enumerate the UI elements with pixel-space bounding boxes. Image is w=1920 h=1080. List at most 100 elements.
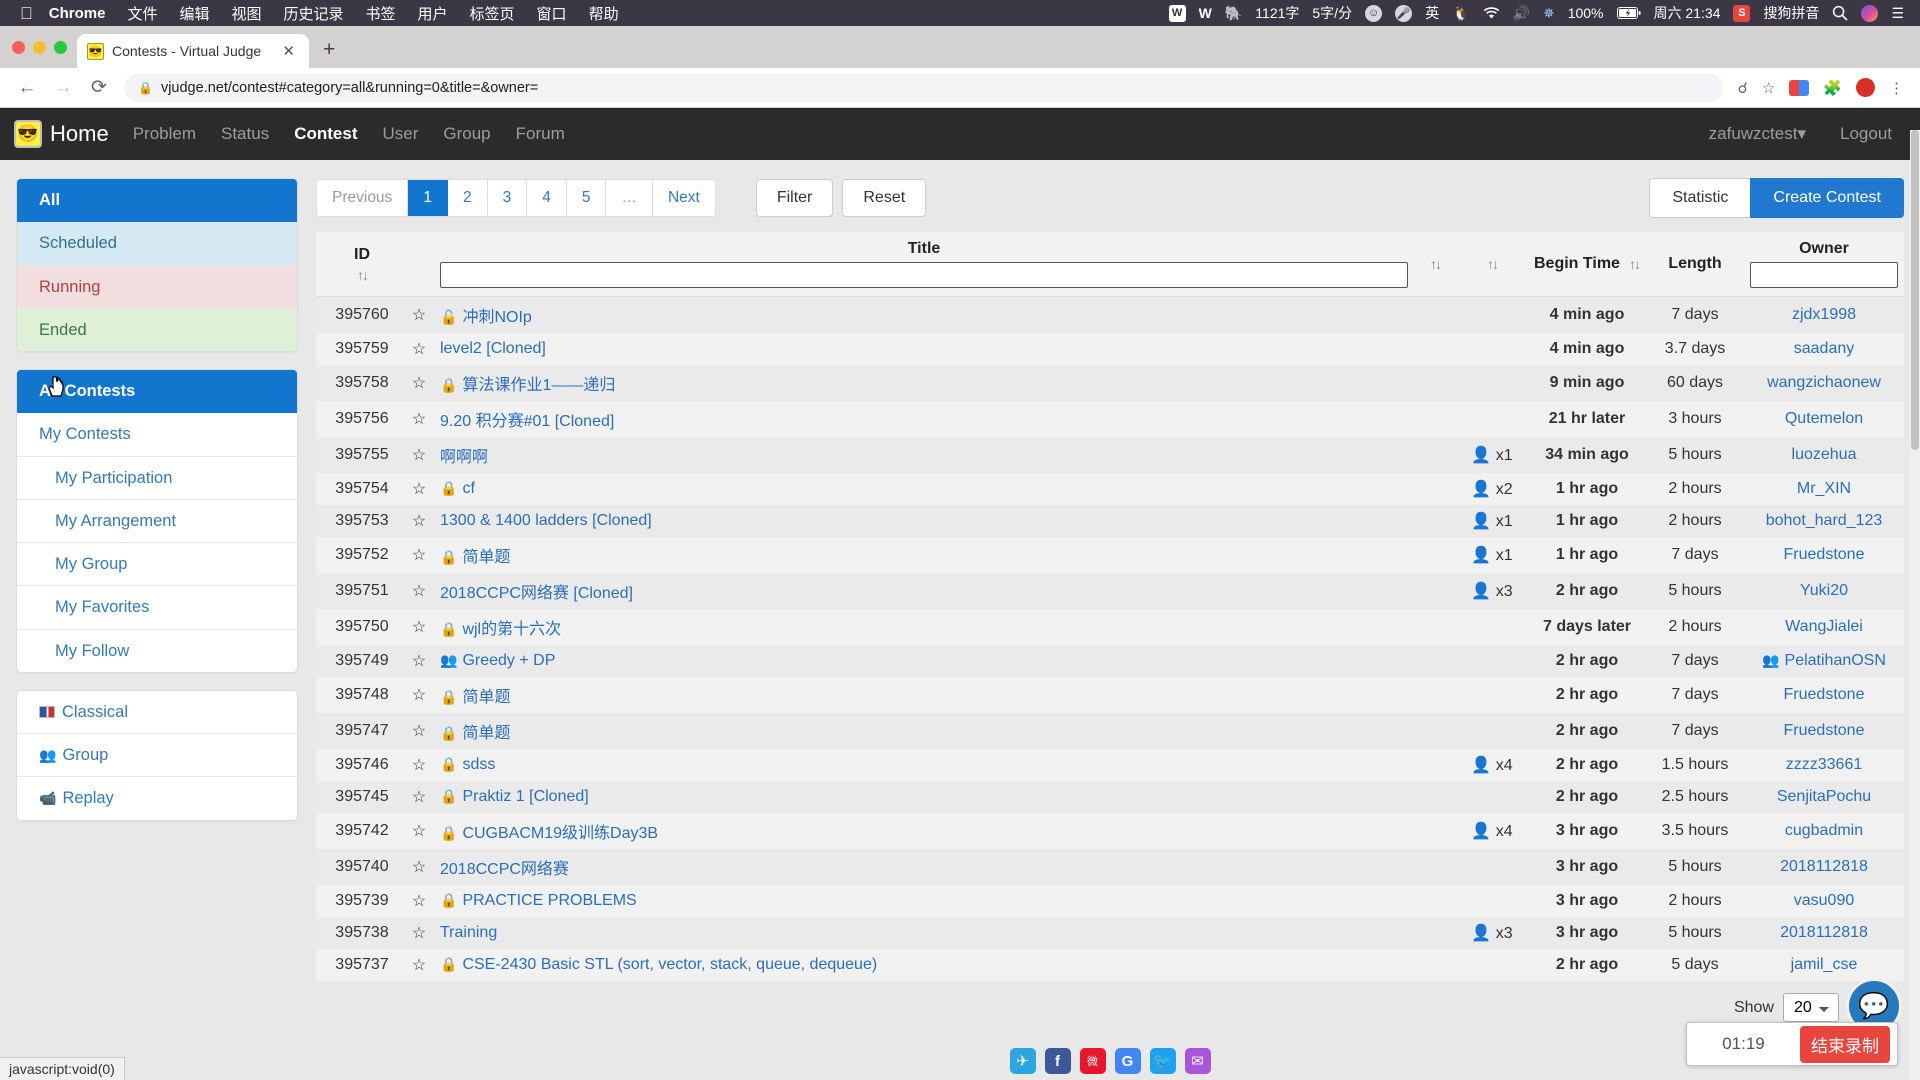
owner-link[interactable]: Fruedstone	[1784, 686, 1865, 703]
back-button[interactable]: ←	[16, 77, 38, 99]
contest-title-link[interactable]: PRACTICE PROBLEMS	[462, 892, 636, 909]
minimize-window-button[interactable]	[33, 40, 46, 54]
reload-button[interactable]: ⟳	[88, 76, 110, 99]
evernote-icon[interactable]: 🐘	[1225, 5, 1242, 22]
stop-recording-button[interactable]: 结束录制	[1800, 1025, 1890, 1063]
bluetooth-icon[interactable]: ✵	[1543, 5, 1555, 22]
reset-button[interactable]: Reset	[842, 179, 927, 217]
table-row[interactable]: 395747 ☆ 🔒 简单题 2 hr ago 7 days Fruedstone	[316, 713, 1904, 749]
menu-item-chrome[interactable]: Chrome	[49, 5, 106, 22]
sidebar-item-my-participation[interactable]: My Participation	[17, 457, 297, 500]
sidebar-item-group[interactable]: 👥 Group	[17, 734, 297, 778]
filter-button[interactable]: Filter	[755, 179, 834, 217]
owner-link[interactable]: PelatihanOSN	[1785, 652, 1886, 669]
table-row[interactable]: 395753 ☆ 1300 & 1400 ladders [Cloned] 👤 x1 1…	[316, 505, 1904, 537]
nav-item-problem[interactable]: Problem	[133, 124, 196, 144]
table-row[interactable]: 395749 ☆ 👥 Greedy + DP 2 hr ago 7 days 👥 Pelati…	[316, 645, 1904, 677]
sidebar-item-my-contests[interactable]: My Contests	[17, 413, 297, 457]
contest-title-link[interactable]: 简单题	[462, 725, 510, 742]
contest-title-link[interactable]: wjl的第十六次	[462, 621, 561, 638]
sort-icon[interactable]: ↑↓	[1430, 256, 1442, 272]
date-time-status[interactable]: 周六 21:34	[1654, 3, 1721, 23]
favorite-star-icon[interactable]: ☆	[404, 749, 434, 781]
page-3[interactable]: 3	[487, 179, 528, 217]
table-row[interactable]: 395750 ☆ 🔒 wjl的第十六次 7 days later 2 hours WangJ…	[316, 609, 1904, 645]
page-previous[interactable]: Previous	[317, 179, 409, 217]
owner-link[interactable]: Mr_XIN	[1797, 480, 1851, 497]
chrome-menu-icon[interactable]: ⋮	[1889, 79, 1904, 97]
favorite-star-icon[interactable]: ☆	[404, 609, 434, 645]
menu-item-help[interactable]: 帮助	[589, 3, 619, 24]
owner-link[interactable]: Fruedstone	[1784, 546, 1865, 563]
table-row[interactable]: 395751 ☆ 2018CCPC网络赛 [Cloned] 👤 x3 2 hr ago 5…	[316, 573, 1904, 609]
favorite-star-icon[interactable]: ☆	[404, 813, 434, 849]
nav-item-group[interactable]: Group	[443, 124, 490, 144]
scrollbar-thumb[interactable]	[1911, 130, 1919, 450]
menu-item-history[interactable]: 历史记录	[283, 3, 343, 24]
menu-item-view[interactable]: 视图	[231, 3, 261, 24]
favorite-star-icon[interactable]: ☆	[404, 401, 434, 437]
favorite-star-icon[interactable]: ☆	[404, 917, 434, 949]
favorite-star-icon[interactable]: ☆	[404, 537, 434, 573]
owner-link[interactable]: Fruedstone	[1784, 722, 1865, 739]
word-icon[interactable]: W	[1199, 5, 1212, 21]
page-scrollbar[interactable]	[1910, 130, 1920, 1080]
title-filter-input[interactable]	[440, 262, 1408, 288]
table-row[interactable]: 395759 ☆ level2 [Cloned] 4 min ago 3.7 days s…	[316, 333, 1904, 365]
google-icon[interactable]: G	[1114, 1048, 1141, 1074]
menu-item-bookmarks[interactable]: 书签	[366, 3, 396, 24]
favorite-star-icon[interactable]: ☆	[404, 333, 434, 365]
nav-item-forum[interactable]: Forum	[516, 124, 565, 144]
create-contest-button[interactable]: Create Contest	[1750, 178, 1904, 218]
owner-link[interactable]: wangzichaonew	[1767, 374, 1881, 391]
favorite-star-icon[interactable]: ☆	[404, 645, 434, 677]
qq-icon[interactable]: 🐧	[1452, 5, 1469, 22]
forward-button[interactable]: →	[52, 77, 74, 99]
owner-link[interactable]: 2018112818	[1780, 858, 1868, 875]
sidebar-item-all-contests[interactable]: All Contests	[17, 370, 297, 414]
sort-icon[interactable]: ↑↓	[357, 267, 369, 283]
owner-link[interactable]: jamil_cse	[1791, 956, 1858, 973]
sidebar-item-my-follow[interactable]: My Follow	[17, 630, 297, 672]
table-row[interactable]: 395756 ☆ 9.20 积分赛#01 [Cloned] 21 hr later 3 …	[316, 401, 1904, 437]
favorite-star-icon[interactable]: ☆	[404, 573, 434, 609]
profile-avatar[interactable]	[1856, 78, 1875, 97]
new-tab-button[interactable]: +	[309, 39, 347, 64]
contest-title-link[interactable]: 冲刺NOIp	[462, 309, 531, 326]
sidebar-item-my-group[interactable]: My Group	[17, 543, 297, 587]
contest-title-link[interactable]: Greedy + DP	[462, 652, 555, 669]
contest-title-link[interactable]: sdss	[462, 756, 495, 773]
owner-link[interactable]: saadany	[1794, 340, 1855, 357]
page-2[interactable]: 2	[447, 179, 488, 217]
page-4[interactable]: 4	[527, 179, 567, 217]
owner-link[interactable]: zzzz33661	[1786, 756, 1863, 773]
sidebar-item-classical[interactable]: Classical	[17, 691, 297, 735]
wifi-icon[interactable]	[1483, 6, 1500, 20]
favorite-star-icon[interactable]: ☆	[404, 297, 434, 334]
contest-title-link[interactable]: CUGBACM19级训练Day3B	[462, 825, 658, 842]
sidebar-item-ended[interactable]: Ended	[17, 308, 297, 352]
emoji-icon[interactable]: ☺	[1365, 4, 1383, 22]
sidebar-item-replay[interactable]: 📹 Replay	[17, 777, 297, 819]
favorite-star-icon[interactable]: ☆	[404, 473, 434, 505]
contest-title-link[interactable]: 2018CCPC网络赛	[440, 861, 569, 878]
favorite-star-icon[interactable]: ☆	[404, 505, 434, 537]
sidebar-item-running[interactable]: Running	[17, 265, 297, 309]
table-row[interactable]: 395746 ☆ 🔒 sdss 👤 x4 2 hr ago 1.5 hours zzzz336…	[316, 749, 1904, 781]
owner-link[interactable]: luozehua	[1792, 446, 1857, 463]
contest-title-link[interactable]: 简单题	[462, 549, 510, 566]
owner-filter-input[interactable]	[1750, 262, 1898, 288]
translate-icon[interactable]	[1789, 79, 1810, 96]
menu-item-edit[interactable]: 编辑	[179, 3, 209, 24]
menu-item-window[interactable]: 窗口	[537, 3, 567, 24]
owner-link[interactable]: zjdx1998	[1792, 306, 1856, 323]
favorite-star-icon[interactable]: ☆	[404, 365, 434, 401]
contest-title-link[interactable]: 啊啊啊	[440, 449, 488, 466]
contest-title-link[interactable]: 算法课作业1——递归	[462, 377, 615, 394]
contest-title-link[interactable]: Training	[440, 924, 497, 941]
wps-icon[interactable]: W	[1168, 4, 1186, 22]
sidebar-item-my-favorites[interactable]: My Favorites	[17, 586, 297, 630]
table-row[interactable]: 395752 ☆ 🔒 简单题 👤 x1 1 hr ago 7 days Fruedstone	[316, 537, 1904, 573]
puzzle-icon[interactable]: 🧩	[1823, 79, 1842, 97]
weibo-icon[interactable]: 微	[1079, 1048, 1106, 1074]
